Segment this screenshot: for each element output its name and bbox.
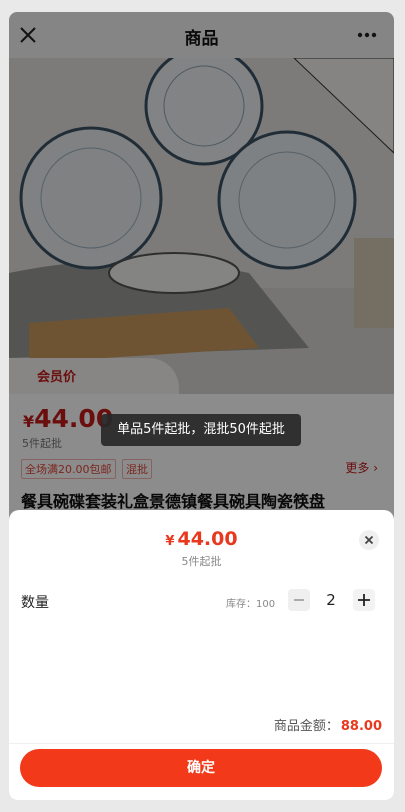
sheet-price: ¥44.00 (9, 528, 394, 550)
toast-message: 单品5件起批，混批50件起批 (101, 414, 301, 446)
confirm-button[interactable]: 确定 (20, 749, 382, 787)
close-icon (364, 535, 374, 545)
sheet-price-value: 44.00 (177, 528, 238, 550)
sheet-close-button[interactable] (359, 530, 379, 550)
sheet-price-symbol: ¥ (165, 534, 175, 549)
amount-label: 商品金额： (273, 719, 339, 734)
divider (9, 743, 394, 744)
quantity-value[interactable]: 2 (324, 591, 338, 609)
stock-text: 库存：100 (226, 599, 276, 610)
plus-icon (358, 594, 370, 606)
app-frame: 商品 会员价 ¥44.00 5件起批 全场满20.00包邮 混批 更多 › 餐具… (9, 12, 394, 800)
amount-value: 88.00 (340, 719, 382, 734)
minus-icon (294, 599, 304, 601)
sheet-min-qty: 5件起批 (181, 555, 222, 568)
increase-button[interactable] (353, 589, 375, 611)
decrease-button[interactable] (288, 589, 310, 611)
amount-row: 商品金额： 88.00 (274, 715, 382, 734)
purchase-sheet: ¥44.00 5件起批 数量 库存：100 2 商品金额： 88.00 确定 (9, 510, 394, 800)
quantity-label: 数量 (21, 595, 49, 611)
